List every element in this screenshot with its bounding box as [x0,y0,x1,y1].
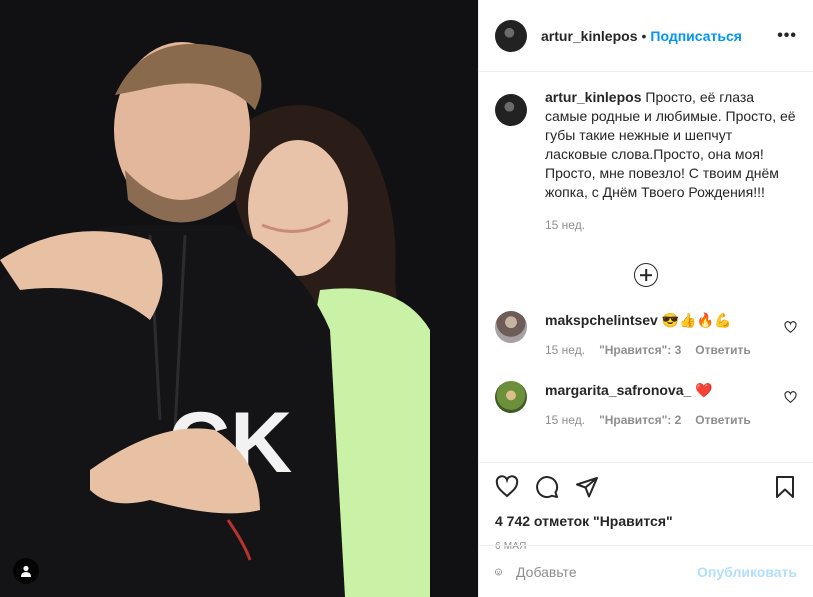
comment-username[interactable]: margarita_safronova_ [545,382,691,398]
comment-avatar[interactable] [495,311,527,343]
load-more-comments[interactable] [495,263,797,287]
comment-meta: 15 нед. "Нравится": 3 Ответить [545,343,751,357]
follow-button[interactable]: Подписаться [650,28,742,44]
comment-likes[interactable]: "Нравится": 3 [599,343,681,357]
comment-body: makspchelintsev 😎👍🔥💪 15 нед. "Нравится":… [545,311,751,357]
emoji-icon[interactable] [495,560,502,584]
comment-meta: 15 нед. "Нравится": 2 Ответить [545,413,751,427]
tagged-users-button[interactable] [13,558,39,584]
heart-icon[interactable] [784,391,797,404]
heart-icon[interactable] [784,321,797,334]
comment-username[interactable]: makspchelintsev [545,312,658,328]
action-icons [495,473,797,501]
comment-time[interactable]: 15 нед. [545,413,585,427]
comment-avatar[interactable] [495,381,527,413]
caption-avatar[interactable] [495,94,527,126]
heart-icon[interactable] [495,475,519,499]
comment-item: margarita_safronova_ ❤️ 15 нед. "Нравитс… [495,381,797,427]
comment-icon[interactable] [535,475,559,499]
comment-body: margarita_safronova_ ❤️ 15 нед. "Нравитс… [545,381,751,427]
author-avatar[interactable] [495,19,527,52]
caption-text: Просто, её глаза самые родные и любимые.… [545,89,796,200]
author-username[interactable]: artur_kinlepos [541,28,637,44]
bookmark-icon[interactable] [773,475,797,499]
post-sidebar: artur_kinlepos • Подписаться ••• artur_k… [478,0,813,597]
comment-time[interactable]: 15 нед. [545,343,585,357]
more-options-button[interactable]: ••• [777,27,797,45]
caption-body: artur_kinlepos Просто, её глаза самые ро… [545,88,797,235]
comment-input[interactable] [516,563,698,580]
caption-username[interactable]: artur_kinlepos [545,89,641,105]
post-photo[interactable]: CK [0,0,478,597]
reply-button[interactable]: Ответить [695,413,750,427]
post-header: artur_kinlepos • Подписаться ••• [479,0,813,72]
add-comment-bar: Опубликовать [479,545,813,597]
comment-item: makspchelintsev 😎👍🔥💪 15 нед. "Нравится":… [495,311,797,357]
comments-list[interactable]: artur_kinlepos Просто, её глаза самые ро… [479,72,813,462]
photo-image: CK [0,0,478,597]
comment-likes[interactable]: "Нравится": 2 [599,413,681,427]
post-actions: 4 742 отметок "Нравится" 6 мая Опубликов… [479,462,813,597]
post-caption: artur_kinlepos Просто, её глаза самые ро… [495,88,797,235]
likes-count[interactable]: 4 742 отметок "Нравится" [495,513,797,529]
caption-time[interactable]: 15 нед. [545,216,797,235]
comment-text: ❤️ [695,382,713,398]
publish-button[interactable]: Опубликовать [697,564,797,580]
user-icon [21,565,31,577]
share-icon[interactable] [575,475,599,499]
plus-circle-icon[interactable] [634,263,658,287]
reply-button[interactable]: Ответить [695,343,750,357]
comment-text: 😎👍🔥💪 [661,312,732,328]
separator-dot: • [641,27,647,44]
instagram-post: CK artur_kinlepos • Подписаться ••• [0,0,813,597]
